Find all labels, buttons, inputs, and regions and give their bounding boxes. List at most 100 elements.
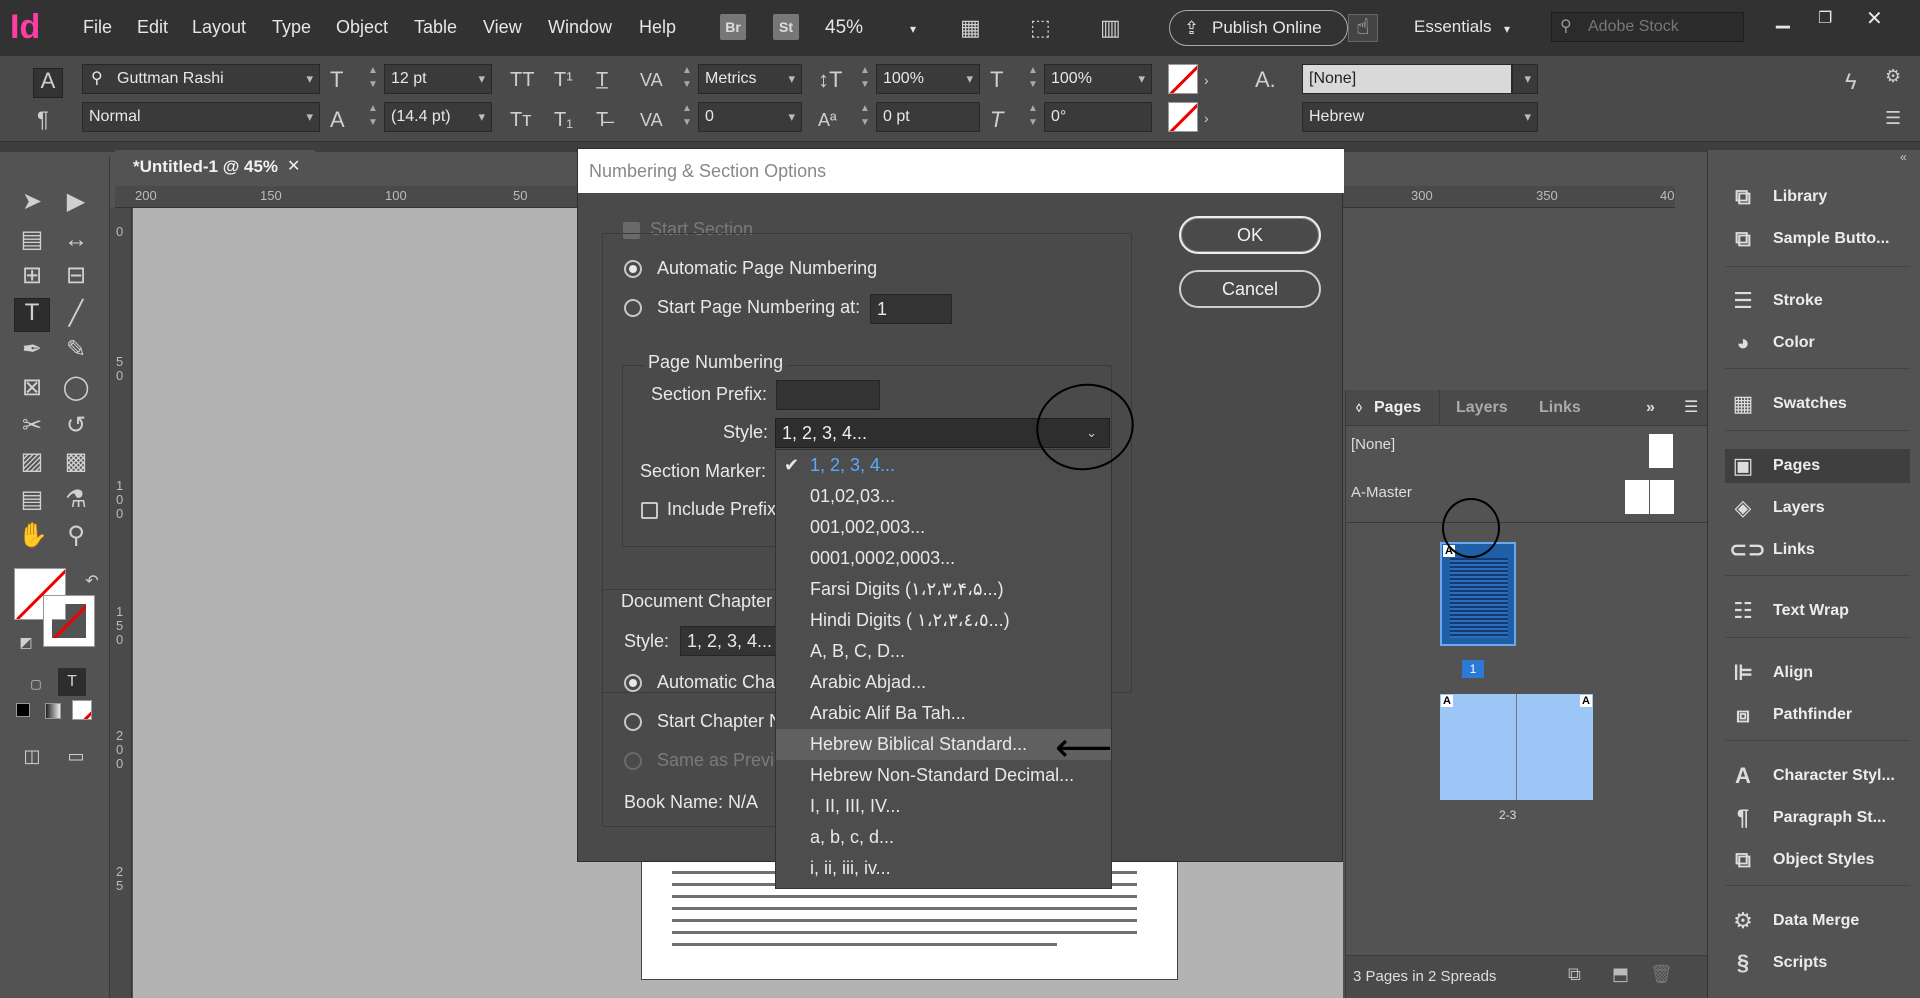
size-stepper[interactable]: ▲ ▼ [364,64,382,94]
a-master-right-thumb[interactable] [1650,480,1674,514]
paragraph-formatting-icon[interactable]: ¶ [37,108,49,132]
restore-icon[interactable]: ❐ [1818,8,1832,28]
rectangle-frame-tool-icon[interactable]: ⊠ [18,374,46,402]
adobe-stock-search[interactable]: ⚲ Adobe Stock [1551,12,1744,42]
pen-tool-icon[interactable]: ✒ [18,336,46,364]
swap-fill-stroke-icon[interactable]: ↶ [78,568,106,596]
page-tool-icon[interactable]: ▤ [18,226,46,254]
menu-table[interactable]: Table [414,17,457,38]
vscale-stepper[interactable]: ▲ ▼ [856,64,874,94]
font-family-select[interactable]: ⚲ Guttman Rashi ▾ [82,64,320,94]
tab-pages[interactable]: Pages [1374,390,1440,426]
leading-field[interactable]: (14.4 pt) ▾ [384,102,492,132]
ellipse-tool-icon[interactable]: ◯ [62,374,90,402]
kerning-stepper[interactable]: ▲ ▼ [678,64,696,94]
note-tool-icon[interactable]: ▤ [18,486,46,514]
hscale-stepper[interactable]: ▲ ▼ [1024,64,1042,94]
include-prefix-checkbox[interactable] [641,502,658,519]
stock-button[interactable]: St [773,14,799,40]
none-master-thumb[interactable] [1649,434,1673,468]
workspace-switcher[interactable]: Essentials [1414,17,1491,37]
fill-none-swatch[interactable] [1168,64,1198,94]
normal-view-icon[interactable]: ◫ [18,742,46,770]
new-page-icon[interactable]: ⬒ [1612,964,1629,985]
zoom-tool-icon[interactable]: ⚲ [62,522,90,550]
formatting-container-icon[interactable]: ▢ [22,670,50,698]
style-option[interactable]: Hindi Digits ( ١،٢،٣،٤،٥...) [776,605,1111,636]
page-2-thumb[interactable]: A [1440,694,1516,800]
spread-2-label[interactable]: 2-3 [1499,808,1516,822]
dock-character-styles[interactable]: A Character Styl... [1725,759,1910,793]
skew-field[interactable]: 0° [1044,102,1152,132]
close-icon[interactable]: ✕ [1866,6,1883,31]
collapse-icon[interactable]: ◊ [1356,390,1362,426]
auto-chapter-radio[interactable] [624,674,642,692]
pencil-tool-icon[interactable]: ✎ [62,336,90,364]
screen-mode-icon[interactable]: ▭ [62,742,90,770]
expand-dock-icon[interactable]: « [1900,150,1907,164]
auto-numbering-radio[interactable] [624,260,642,278]
expand-panel-icon[interactable]: » [1646,390,1655,426]
arrange-documents-icon[interactable]: ▥ [1100,16,1121,40]
page-1-thumb[interactable]: A [1440,542,1516,646]
content-collector-icon[interactable]: ⊞ [18,262,46,290]
vertical-scale-field[interactable]: 100% ▾ [876,64,980,94]
share-icon[interactable]: ☝ [1348,14,1378,42]
default-fill-stroke-icon[interactable]: ◩ [12,628,40,656]
tab-links[interactable]: Links [1539,390,1581,426]
dock-links[interactable]: ⊂⊃ Links [1725,533,1910,567]
dock-paragraph-styles[interactable]: ¶ Paragraph St... [1725,801,1910,835]
stroke-swatch[interactable] [43,595,95,647]
style-option[interactable]: Arabic Abjad... [776,667,1111,698]
ok-button[interactable]: OK [1179,216,1321,254]
gradient-swatch-tool-icon[interactable]: ▨ [18,448,46,476]
kerning-field[interactable]: Metrics ▾ [698,64,802,94]
hand-tool-icon[interactable]: ✋ [18,522,48,550]
dock-text-wrap[interactable]: ☷ Text Wrap [1725,594,1910,628]
page-size-icon[interactable]: ⧉ [1568,964,1581,985]
dock-object-styles[interactable]: ⧉ Object Styles [1725,843,1910,877]
direct-selection-tool-icon[interactable]: ▶ [62,188,90,216]
trash-icon[interactable]: 🗑 [1650,964,1673,985]
menu-type[interactable]: Type [272,17,311,38]
menu-object[interactable]: Object [336,17,388,38]
tracking-stepper[interactable]: ▲ ▼ [678,102,696,132]
small-caps-icon[interactable]: Tт [510,108,531,132]
a-master-label[interactable]: A-Master [1351,484,1412,501]
character-formatting-icon[interactable]: A [33,68,63,98]
dock-data-merge[interactable]: ⚙ Data Merge [1725,904,1910,938]
character-style-select[interactable]: [None] [1302,64,1512,94]
page-3-thumb[interactable]: A [1517,694,1593,800]
skew-stepper[interactable]: ▲ ▼ [1024,102,1042,132]
publish-online-button[interactable]: ⇪ Publish Online [1169,10,1348,46]
all-caps-icon[interactable]: TT [510,68,534,92]
style-option[interactable]: A, B, C, D... [776,636,1111,667]
close-icon[interactable]: ✕ [287,150,300,184]
font-size-field[interactable]: 12 pt ▾ [384,64,492,94]
gap-tool-icon[interactable]: ↔ [62,226,90,254]
cancel-button[interactable]: Cancel [1179,270,1321,308]
tracking-field[interactable]: 0 ▾ [698,102,802,132]
bridge-button[interactable]: Br [720,14,746,40]
dock-scripts[interactable]: § Scripts [1725,946,1910,980]
view-options-icon[interactable]: ▦ [960,16,981,40]
style-option[interactable]: 01,02,03... [776,481,1111,512]
chevron-down-icon[interactable]: ▾ [910,22,916,36]
strikethrough-icon[interactable]: T̶ [596,108,608,132]
apply-color-icon[interactable] [16,703,30,717]
none-master-label[interactable]: [None] [1351,436,1395,453]
stroke-none-swatch[interactable] [1168,102,1198,132]
line-tool-icon[interactable]: ╱ [62,300,90,328]
dock-layers[interactable]: ◈ Layers [1725,491,1910,525]
style-option[interactable]: Farsi Digits (١،٢،٣،۴،۵...) [776,574,1111,605]
menu-view[interactable]: View [483,17,522,38]
minimize-icon[interactable]: ▁ [1776,8,1790,29]
apply-none-icon[interactable] [72,700,92,720]
formatting-text-icon[interactable]: T [58,668,86,696]
menu-file[interactable]: File [83,17,112,38]
menu-window[interactable]: Window [548,17,612,38]
style-option[interactable]: I, II, III, IV... [776,791,1111,822]
start-numbering-input[interactable]: 1 [870,294,952,324]
style-option[interactable]: i, ii, iii, iv... [776,853,1111,884]
dock-align[interactable]: ⊫ Align [1725,656,1910,690]
